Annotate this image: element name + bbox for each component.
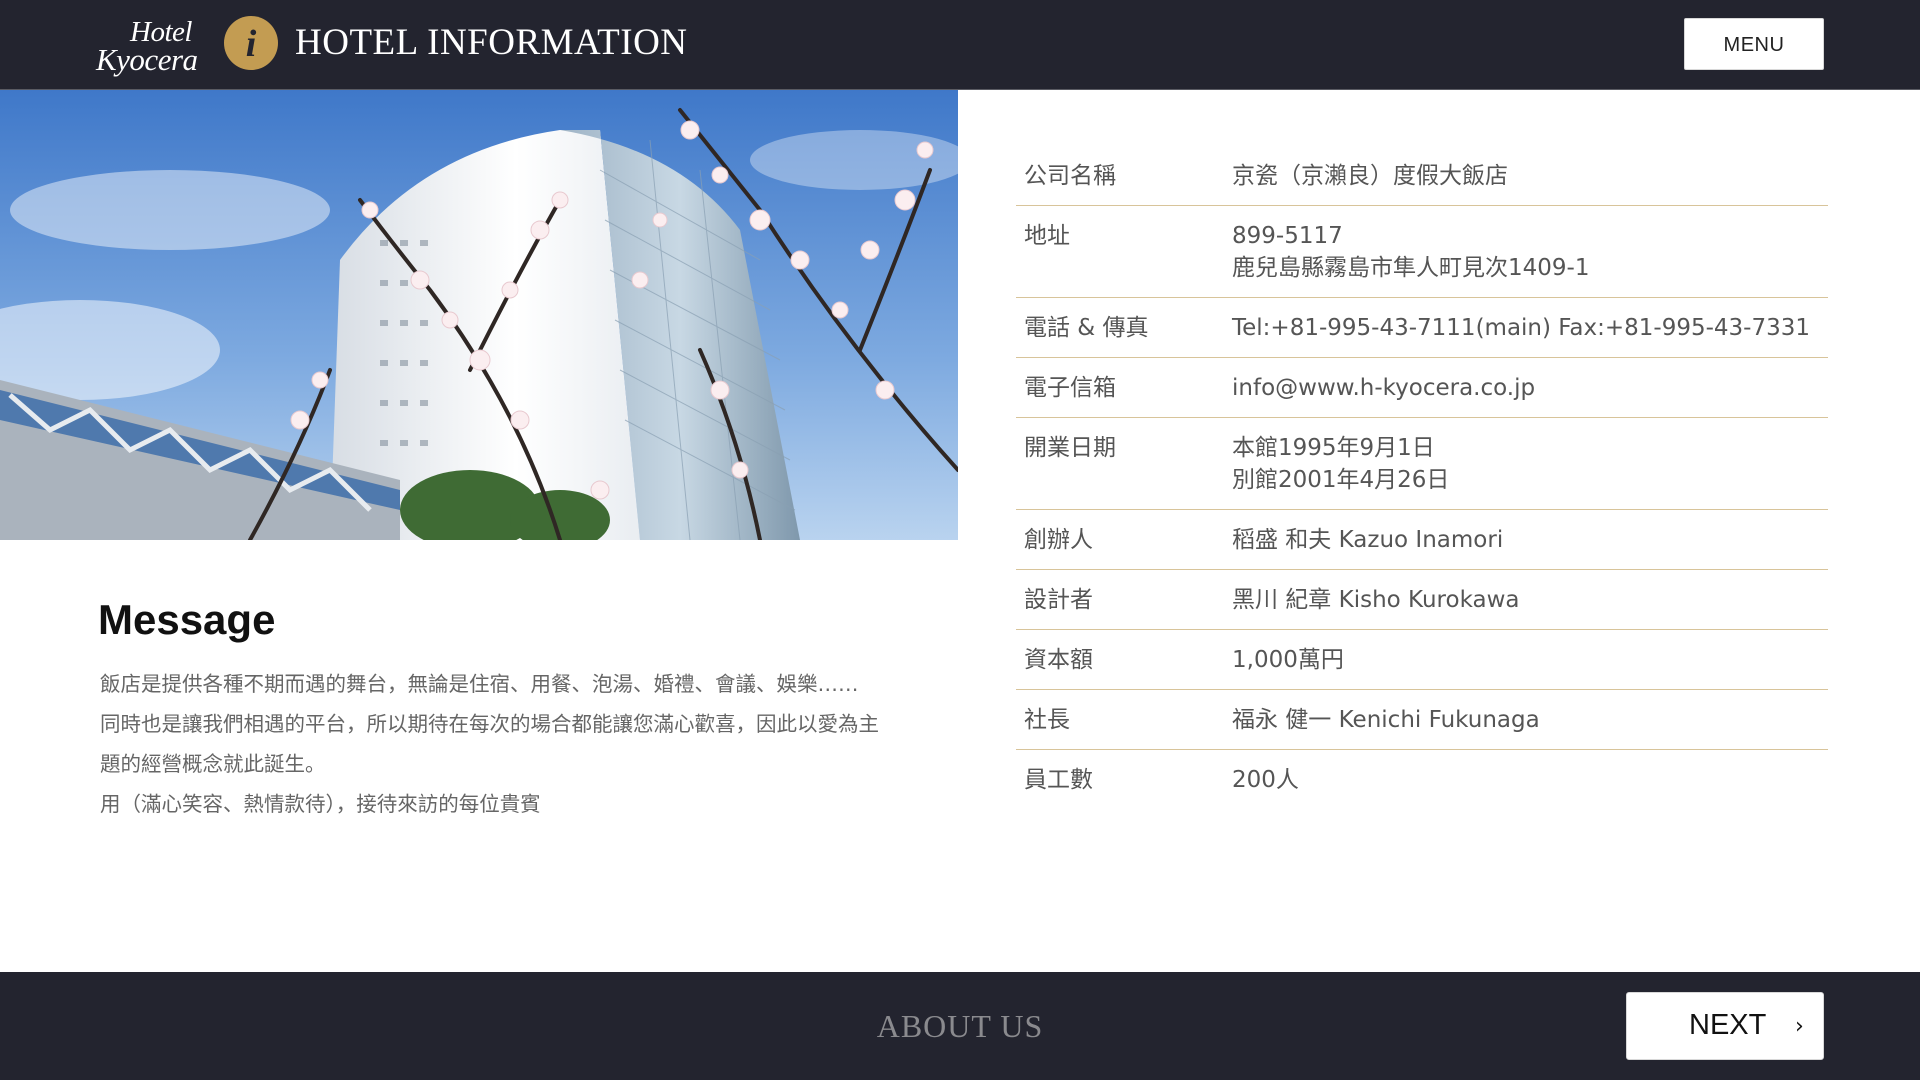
info-value-line: 899-5117 bbox=[1232, 223, 1343, 249]
info-row-president: 社長 福永 健一 Kenichi Fukunaga bbox=[1016, 690, 1828, 750]
info-value-line: 福永 健一 Kenichi Fukunaga bbox=[1232, 707, 1540, 733]
hotel-info-table: 公司名稱 京瓷（京瀨良）度假大飯店 地址 899-5117 鹿兒島縣霧島市隼人町… bbox=[1016, 146, 1828, 809]
info-value-line: 稻盛 和夫 Kazuo Inamori bbox=[1232, 527, 1504, 553]
info-label: 設計者 bbox=[1024, 587, 1093, 613]
message-line: 飯店是提供各種不期而遇的舞台，無論是住宿、用餐、泡湯、婚禮、會議、娛樂…… bbox=[100, 672, 859, 696]
hotel-kyocera-logo[interactable]: Hotel Kyocera bbox=[96, 14, 210, 78]
info-row-address: 地址 899-5117 鹿兒島縣霧島市隼人町見次1409-1 bbox=[1016, 206, 1828, 298]
message-line: 同時也是讓我們相遇的平台，所以期待在每次的場合都能讓您滿心歡喜，因此以愛為主 bbox=[100, 712, 879, 736]
menu-button[interactable]: MENU bbox=[1684, 18, 1824, 70]
info-row-employees: 員工數 200人 bbox=[1016, 750, 1828, 809]
info-label: 資本額 bbox=[1024, 647, 1093, 673]
footer-bar: ABOUT US NEXT › bbox=[0, 972, 1920, 1080]
info-row-opening-date: 開業日期 本館1995年9月1日 別館2001年4月26日 bbox=[1016, 418, 1828, 510]
info-value: Tel:+81-995-43-7111(main) Fax:+81-995-43… bbox=[1232, 312, 1828, 344]
chevron-right-icon: › bbox=[1795, 1014, 1804, 1039]
message-line: 題的經營概念就此誕生。 bbox=[100, 752, 326, 776]
info-value-line: 京瓷（京瀨良）度假大飯店 bbox=[1232, 163, 1508, 189]
info-row-email: 電子信箱 info@www.h-kyocera.co.jp bbox=[1016, 358, 1828, 418]
info-row-phone-fax: 電話 & 傳真 Tel:+81-995-43-7111(main) Fax:+8… bbox=[1016, 298, 1828, 358]
message-body: 飯店是提供各種不期而遇的舞台，無論是住宿、用餐、泡湯、婚禮、會議、娛樂…… 同時… bbox=[100, 664, 940, 824]
info-value-line: 1,000萬円 bbox=[1232, 647, 1344, 673]
logo-line-kyocera: Kyocera bbox=[96, 42, 198, 77]
info-value-line: 200人 bbox=[1232, 767, 1299, 793]
info-label: 社長 bbox=[1024, 707, 1070, 733]
info-value: 稻盛 和夫 Kazuo Inamori bbox=[1232, 524, 1828, 556]
info-icon: i bbox=[224, 16, 278, 70]
message-title: Message bbox=[98, 596, 276, 643]
info-value: 200人 bbox=[1232, 764, 1828, 796]
info-row-founder: 創辦人 稻盛 和夫 Kazuo Inamori bbox=[1016, 510, 1828, 570]
message-line: 用（滿心笑容、熱情款待），接待來訪的每位貴賓 bbox=[100, 792, 541, 816]
info-value-line: 本館1995年9月1日 bbox=[1232, 435, 1435, 461]
info-label: 電子信箱 bbox=[1024, 375, 1116, 401]
info-value: info@www.h-kyocera.co.jp bbox=[1232, 372, 1828, 404]
hero-photo bbox=[0, 90, 958, 540]
next-button-label: NEXT bbox=[1689, 1009, 1767, 1041]
info-value: 本館1995年9月1日 別館2001年4月26日 bbox=[1232, 432, 1828, 496]
header-bar: Hotel Kyocera i HOTEL INFORMATION MENU bbox=[0, 0, 1920, 90]
info-row-capital: 資本額 1,000萬円 bbox=[1016, 630, 1828, 690]
info-value-line: 鹿兒島縣霧島市隼人町見次1409-1 bbox=[1232, 255, 1590, 281]
page-title: HOTEL INFORMATION bbox=[295, 22, 688, 63]
info-value: 黑川 紀章 Kisho Kurokawa bbox=[1232, 584, 1828, 616]
info-label: 電話 & 傳真 bbox=[1024, 315, 1149, 341]
info-row-company-name: 公司名稱 京瓷（京瀨良）度假大飯店 bbox=[1016, 146, 1828, 206]
info-value: 899-5117 鹿兒島縣霧島市隼人町見次1409-1 bbox=[1232, 220, 1828, 284]
info-label: 公司名稱 bbox=[1024, 163, 1116, 189]
info-value-line: 黑川 紀章 Kisho Kurokawa bbox=[1232, 587, 1520, 613]
info-row-designer: 設計者 黑川 紀章 Kisho Kurokawa bbox=[1016, 570, 1828, 630]
hotel-building-cherry-blossom-photo bbox=[0, 90, 958, 540]
next-button[interactable]: NEXT › bbox=[1626, 992, 1824, 1060]
info-label: 開業日期 bbox=[1024, 435, 1116, 461]
info-value: 1,000萬円 bbox=[1232, 644, 1828, 676]
info-value-line: Tel:+81-995-43-7111(main) Fax:+81-995-43… bbox=[1232, 315, 1810, 341]
info-label: 地址 bbox=[1024, 223, 1070, 249]
info-value: 福永 健一 Kenichi Fukunaga bbox=[1232, 704, 1828, 736]
info-label: 創辦人 bbox=[1024, 527, 1093, 553]
info-value-line: 別館2001年4月26日 bbox=[1232, 467, 1450, 493]
info-label: 員工數 bbox=[1024, 767, 1093, 793]
info-value: 京瓷（京瀨良）度假大飯店 bbox=[1232, 160, 1828, 192]
info-value-line: info@www.h-kyocera.co.jp bbox=[1232, 375, 1536, 401]
